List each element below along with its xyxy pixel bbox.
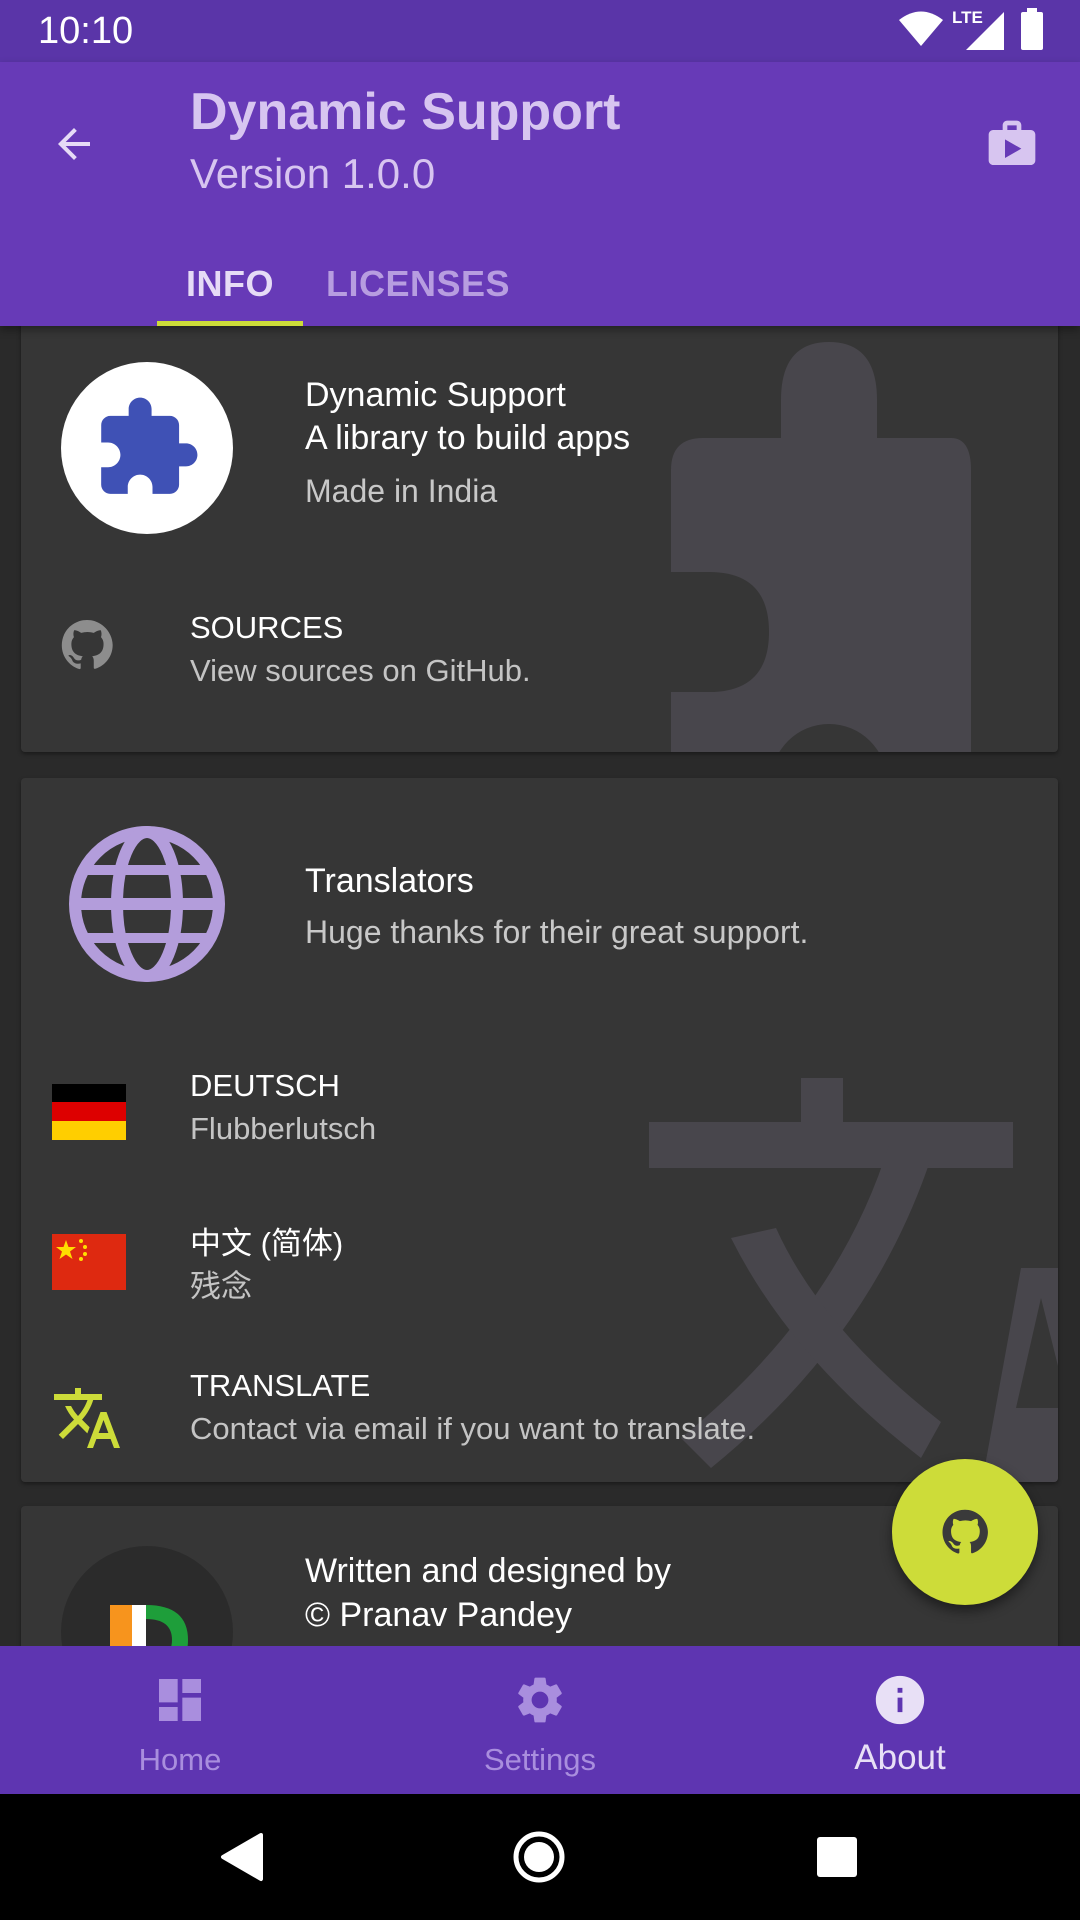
battery-icon: [1020, 7, 1044, 55]
scroll-content[interactable]: Dynamic Support A library to build apps …: [0, 326, 1080, 1646]
app-name: Dynamic Support: [305, 376, 566, 414]
arrow-back-icon: [58, 128, 90, 160]
nav-label-about: About: [854, 1738, 946, 1777]
author-logo-icon: [110, 1605, 188, 1646]
cell-signal-icon: LTE: [952, 8, 1006, 52]
author-title: Written and designed by: [305, 1552, 672, 1590]
gear-icon: [510, 1670, 570, 1730]
author-avatar: [61, 1546, 233, 1646]
sources-title: SOURCES: [190, 610, 344, 645]
china-flag-icon: [52, 1234, 126, 1290]
wifi-icon: [898, 11, 944, 52]
app-origin: Made in India: [305, 473, 498, 509]
network-type-label: LTE: [952, 8, 983, 27]
author-name: © Pranav Pandey: [305, 1596, 572, 1634]
page-subtitle: Version 1.0.0: [190, 150, 436, 197]
germany-flag-icon: [52, 1084, 126, 1140]
app-logo: [61, 362, 233, 534]
translators-avatar: [61, 818, 233, 990]
system-navigation-bar: [0, 1794, 1080, 1920]
bottom-navigation: Home Settings About: [0, 1646, 1080, 1794]
nav-item-settings[interactable]: Settings: [360, 1646, 720, 1794]
status-time: 10:10: [38, 10, 134, 52]
tab-licenses[interactable]: LICENSES: [318, 242, 518, 326]
screen: 10:10 LTE Dynamic Support Version 1.0.0 …: [0, 0, 1080, 1920]
translators-title: Translators: [305, 862, 474, 900]
translators-card: Translators Huge thanks for their great …: [21, 778, 1058, 1482]
github-fab[interactable]: [892, 1459, 1038, 1605]
info-icon: [870, 1670, 930, 1730]
system-back-button[interactable]: [208, 1824, 274, 1890]
square-recents-icon: [817, 1837, 857, 1877]
system-home-button[interactable]: [506, 1824, 572, 1890]
triangle-back-icon: [221, 1833, 263, 1881]
translate-row[interactable]: TRANSLATE Contact via email if you want …: [21, 1368, 1058, 1478]
nav-label-home: Home: [138, 1742, 222, 1777]
translate-icon: [49, 1380, 125, 1456]
nav-label-settings: Settings: [483, 1742, 596, 1777]
puzzle-icon: [101, 397, 198, 494]
translator-chinese-title: 中文 (简体): [190, 1226, 344, 1261]
tab-indicator: [157, 321, 303, 326]
tab-info[interactable]: INFO: [157, 242, 303, 326]
system-recents-button[interactable]: [804, 1824, 870, 1890]
translator-deutsch-title: DEUTSCH: [190, 1068, 340, 1103]
github-icon: [52, 610, 122, 680]
globe-icon: [69, 826, 225, 982]
play-store-icon: [988, 120, 1036, 165]
status-bar: 10:10 LTE: [0, 0, 1080, 62]
status-icons: LTE: [898, 7, 1044, 55]
translator-row-chinese[interactable]: 中文 (简体) 残念: [21, 1218, 1058, 1338]
nav-item-about[interactable]: About: [720, 1646, 1080, 1794]
github-icon: [942, 1509, 988, 1554]
translator-row-deutsch[interactable]: DEUTSCH Flubberlutsch: [21, 1068, 1058, 1188]
app-description: A library to build apps: [305, 419, 631, 457]
back-button[interactable]: [40, 110, 108, 178]
translate-subtitle: Contact via email if you want to transla…: [190, 1411, 756, 1446]
page-title: Dynamic Support: [190, 83, 621, 141]
sources-row[interactable]: SOURCES View sources on GitHub.: [21, 588, 1058, 698]
translate-title: TRANSLATE: [190, 1368, 371, 1403]
translators-subtitle: Huge thanks for their great support.: [305, 914, 809, 950]
translator-deutsch-subtitle: Flubberlutsch: [190, 1111, 377, 1146]
translator-chinese-subtitle: 残念: [190, 1269, 252, 1304]
play-store-button[interactable]: [974, 106, 1050, 182]
sources-subtitle: View sources on GitHub.: [190, 653, 531, 688]
nav-item-home[interactable]: Home: [0, 1646, 360, 1794]
app-bar: Dynamic Support Version 1.0.0 INFO LICEN…: [0, 62, 1080, 326]
circle-home-icon: [513, 1831, 565, 1883]
app-info-card: Dynamic Support A library to build apps …: [21, 326, 1058, 752]
dashboard-icon: [150, 1670, 210, 1730]
